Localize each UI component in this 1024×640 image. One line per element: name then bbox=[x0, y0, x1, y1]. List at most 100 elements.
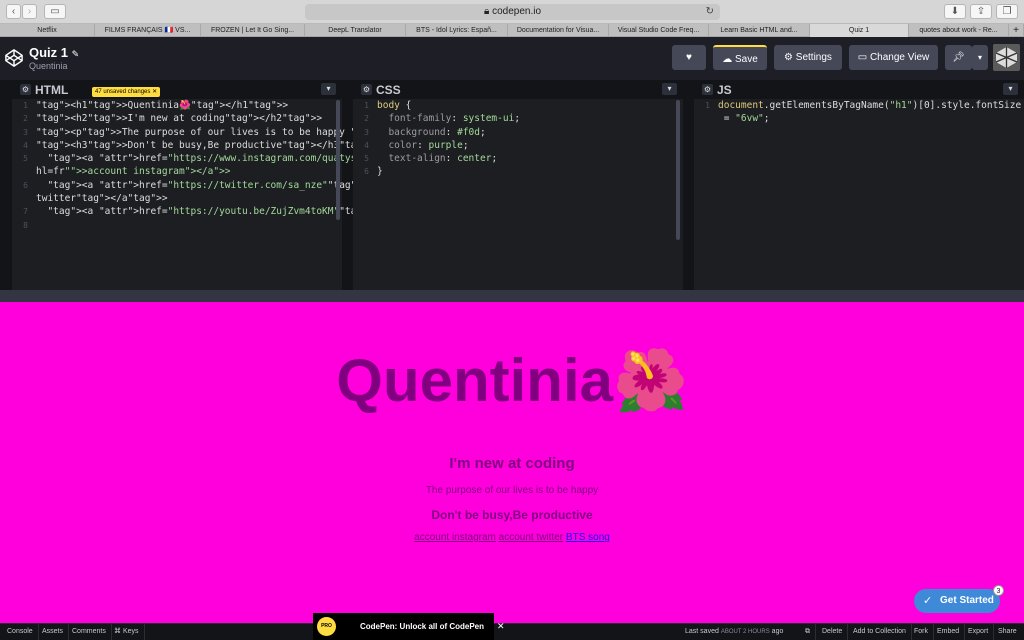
assets-button[interactable]: Assets bbox=[37, 624, 70, 640]
code-text: body { bbox=[377, 100, 412, 111]
tab-bts-lyrics[interactable]: BTS - Idol Lyrics: Españ... bbox=[406, 24, 508, 37]
url-text: codepen.io bbox=[492, 6, 542, 17]
code-line[interactable]: 4 color: purple; bbox=[353, 139, 683, 152]
avatar[interactable] bbox=[993, 44, 1020, 71]
panel-resizer[interactable] bbox=[0, 290, 1024, 302]
tab-learn-html[interactable]: Learn Basic HTML and... bbox=[709, 24, 810, 37]
lock-icon: 🔒︎ bbox=[483, 6, 490, 17]
code-text: "tag"><h1"tag">>Quentinia🌺"tag"></h1"tag… bbox=[36, 100, 289, 111]
sidebar-icon[interactable]: ▭ bbox=[44, 4, 66, 19]
console-button[interactable]: Console bbox=[2, 624, 39, 640]
code-line[interactable]: 6} bbox=[353, 165, 683, 178]
code-line[interactable]: 1 body { bbox=[353, 99, 683, 112]
code-line[interactable]: 2 font-family: system-ui; bbox=[353, 112, 683, 125]
css-settings-icon[interactable]: ⚙ bbox=[361, 84, 372, 95]
export-button[interactable]: Export bbox=[963, 624, 995, 640]
preview-subheading: I'm new at coding bbox=[449, 455, 575, 472]
code-line[interactable]: = "6vw"; bbox=[694, 112, 1024, 125]
tab-films[interactable]: FILMS FRANÇAIS 🇫🇷 VS... bbox=[95, 24, 201, 37]
settings-button[interactable]: ⚙ Settings bbox=[774, 45, 842, 70]
code-line[interactable]: 5 "tag"><a "attr">href="https://www.inst… bbox=[12, 152, 385, 165]
css-panel-menu-icon[interactable]: ▾ bbox=[662, 83, 677, 95]
tab-vscode[interactable]: Visual Studio Code Freq... bbox=[609, 24, 709, 37]
tab-docs[interactable]: Documentation for Visua... bbox=[508, 24, 609, 37]
html-panel-title: HTML bbox=[35, 83, 69, 97]
js-panel-menu-icon[interactable]: ▾ bbox=[1003, 83, 1018, 95]
code-line[interactable]: 2 "tag"><h2"tag">>I'm new at coding"tag">… bbox=[12, 112, 342, 125]
tab-frozen[interactable]: FROZEN | Let It Go Sing... bbox=[201, 24, 305, 37]
code-line[interactable]: 8 bbox=[12, 219, 342, 232]
new-tab-icon[interactable]: + bbox=[1009, 24, 1024, 37]
tab-quotes[interactable]: quotes about work - Re... bbox=[909, 24, 1009, 37]
html-scrollbar[interactable] bbox=[336, 100, 340, 220]
edit-pencil-icon[interactable]: ✎ bbox=[72, 49, 80, 59]
close-icon[interactable]: ✕ bbox=[152, 89, 157, 95]
instagram-link[interactable]: account instagram bbox=[414, 532, 496, 543]
code-line[interactable]: 7 "tag"><a "attr">href="https://youtu.be… bbox=[12, 205, 516, 218]
get-started-label: Get Started bbox=[940, 595, 994, 606]
line-number: 1 bbox=[705, 101, 710, 110]
code-line[interactable]: hl=fr"">>account instagram"></a">> bbox=[12, 165, 342, 178]
share-icon[interactable]: ⇪ bbox=[970, 4, 992, 19]
keys-button[interactable]: ⌘ Keys bbox=[109, 624, 145, 640]
heart-button[interactable]: ♥ bbox=[672, 45, 706, 70]
chevron-down-icon: ▾ bbox=[977, 53, 982, 62]
codepen-header: Quiz 1 ✎ Quentinia ♥ ☁ Save ⚙ Settings ▭… bbox=[0, 37, 1024, 80]
code-text: "tag"><h2"tag">>I'm new at coding"tag"><… bbox=[36, 113, 323, 125]
save-button[interactable]: ☁ Save bbox=[713, 45, 767, 70]
fork-button[interactable]: Fork bbox=[909, 624, 934, 640]
js-settings-icon[interactable]: ⚙ bbox=[702, 84, 713, 95]
change-view-button[interactable]: ▭ Change View bbox=[849, 45, 938, 70]
code-line[interactable]: 5 text-align: center; bbox=[353, 152, 683, 165]
code-line[interactable]: 6 "tag"><a "attr">href="https://twitter.… bbox=[12, 179, 408, 192]
code-line[interactable]: 4 "tag"><h3"tag">>Don't be busy,Be produc… bbox=[12, 139, 379, 152]
code-line[interactable]: 1 document.getElementsByTagName("h1")[0].… bbox=[694, 99, 1024, 112]
html-code[interactable]: 1 "tag"><h1"tag">>Quentinia🌺"tag"></h1"ta… bbox=[12, 99, 516, 232]
code-line[interactable]: twitter"tag"></a"tag">> bbox=[12, 192, 342, 205]
css-code[interactable]: 1 body {2 font-family: system-ui; 3 backgr… bbox=[353, 99, 683, 179]
external-link-icon[interactable]: ⧉ bbox=[800, 624, 816, 640]
pen-title[interactable]: Quiz 1 bbox=[29, 45, 68, 60]
comments-button[interactable]: Comments bbox=[67, 624, 112, 640]
code-line[interactable]: 3 background: #f0d; bbox=[353, 126, 683, 139]
codepen-logo-icon[interactable] bbox=[5, 49, 23, 67]
line-number: 1 bbox=[364, 101, 369, 110]
delete-button[interactable]: Delete bbox=[817, 624, 849, 640]
line-number: 3 bbox=[364, 127, 369, 137]
code-text: text-align: center; bbox=[388, 153, 498, 165]
js-code[interactable]: 1 document.getElementsByTagName("h1")[0].… bbox=[694, 99, 1024, 126]
code-line[interactable]: 3 "tag"><p"tag">>The purpose of our lives… bbox=[12, 126, 442, 139]
code-line[interactable]: 1 "tag"><h1"tag">>Quentinia🌺"tag"></h1"ta… bbox=[12, 99, 342, 112]
bts-song-link[interactable]: BTS song bbox=[566, 532, 610, 543]
back-icon[interactable]: ‹ bbox=[6, 4, 21, 19]
tab-deepl[interactable]: DeepL Translator bbox=[305, 24, 406, 37]
author-name[interactable]: Quentinia bbox=[29, 61, 68, 71]
twitter-link[interactable]: account twitter bbox=[499, 532, 563, 543]
save-label: Save bbox=[734, 54, 758, 65]
embed-button[interactable]: Embed bbox=[932, 624, 966, 640]
line-number: 4 bbox=[23, 140, 28, 150]
url-bar[interactable]: 🔒︎ codepen.io ↻ bbox=[305, 4, 720, 20]
preview-paragraph: The purpose of our lives is to be happy bbox=[425, 485, 599, 496]
forward-icon[interactable]: › bbox=[22, 4, 37, 19]
html-settings-icon[interactable]: ⚙ bbox=[20, 84, 31, 95]
html-panel-menu-icon[interactable]: ▾ bbox=[321, 83, 336, 95]
pro-close-icon[interactable]: ✕ bbox=[497, 613, 505, 640]
preview-links: account instagram account twitter BTS so… bbox=[0, 532, 1024, 543]
editor-area: ⚙ HTML 47 unsaved changes ✕ ▾ 1 "tag"><h1… bbox=[0, 80, 1024, 302]
tabs-overview-icon[interactable]: ❐ bbox=[996, 4, 1018, 19]
heart-icon: ♥ bbox=[686, 52, 692, 63]
tab-quiz1[interactable]: Quiz 1 bbox=[810, 24, 909, 37]
pro-banner[interactable]: PRO CodePen: Unlock all of CodePen ✕ bbox=[313, 613, 505, 640]
download-icon[interactable]: ⬇ bbox=[944, 4, 966, 19]
css-scrollbar[interactable] bbox=[676, 100, 680, 240]
share-button[interactable]: Share bbox=[993, 624, 1022, 640]
unsaved-badge[interactable]: 47 unsaved changes ✕ bbox=[92, 87, 161, 97]
reload-icon[interactable]: ↻ bbox=[706, 4, 714, 20]
code-text: "tag"><h3"tag">>Don't be busy,Be product… bbox=[36, 139, 379, 151]
add-to-collection-button[interactable]: Add to Collection bbox=[848, 624, 912, 640]
tab-netflix[interactable]: Netflix bbox=[0, 24, 95, 37]
pin-dropdown-button[interactable]: ▾ bbox=[972, 45, 988, 70]
get-started-button[interactable]: ✓ Get Started bbox=[914, 589, 1000, 613]
pin-button[interactable]: 📌︎ bbox=[945, 45, 972, 70]
